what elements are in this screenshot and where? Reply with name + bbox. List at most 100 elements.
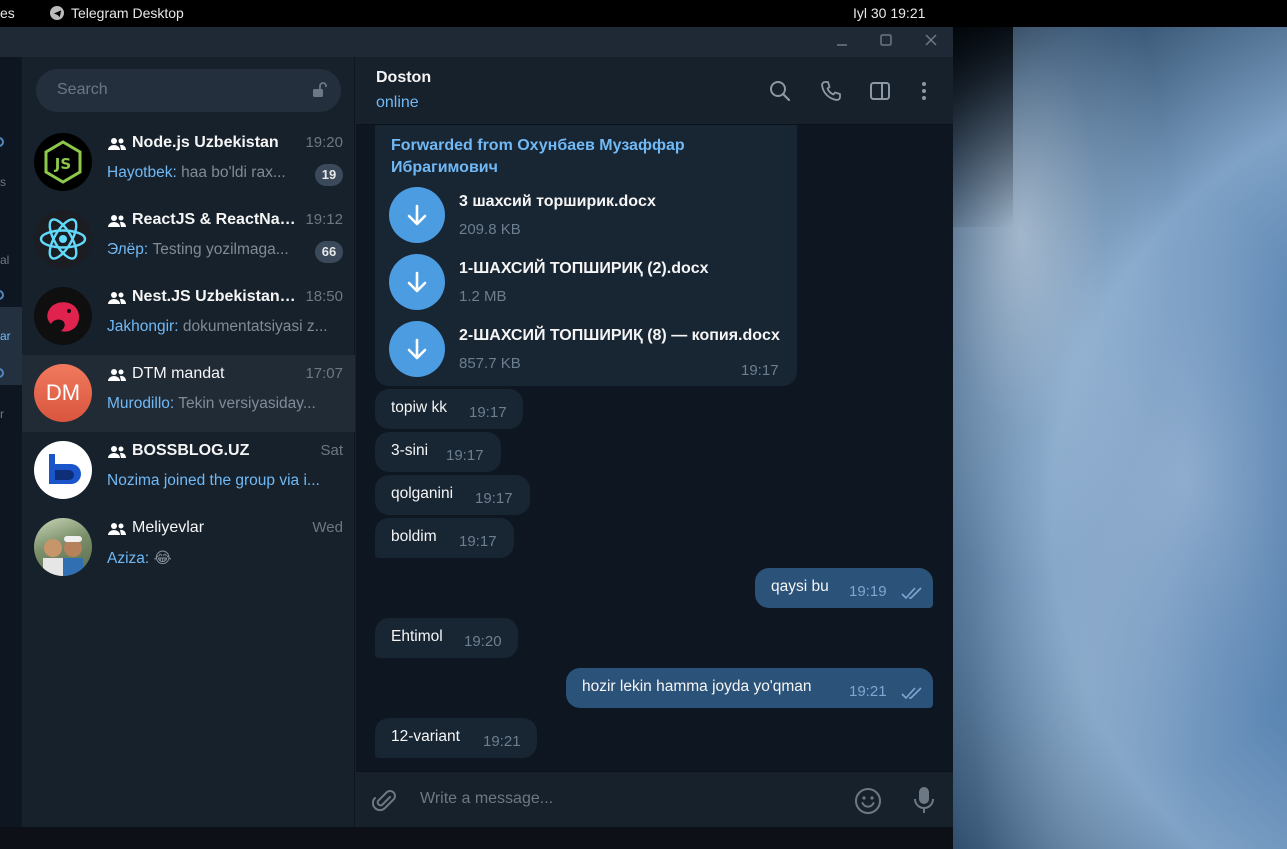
minimize-icon[interactable]	[833, 33, 851, 51]
message-bubble[interactable]: 12-variant 19:21	[375, 718, 537, 758]
avatar	[34, 210, 92, 268]
double-check-icon	[901, 687, 922, 700]
paperclip-icon[interactable]	[372, 788, 398, 814]
chat-name: Meliyevlar	[132, 519, 205, 536]
message-bubble[interactable]: Ehtimol 19:20	[375, 618, 518, 658]
chat-preview: Jakhongir: dokumentatsiyasi z...	[107, 318, 343, 336]
peer-name[interactable]: Doston	[376, 69, 431, 87]
message-time: 19:17	[475, 490, 513, 507]
chat-name: BOSSBLOG.UZ	[132, 442, 250, 459]
close-icon[interactable]	[922, 33, 940, 51]
window-titlebar[interactable]	[0, 27, 953, 57]
telegram-icon	[50, 6, 64, 20]
message-time: 19:19	[849, 583, 887, 600]
clock[interactable]: Iyl 30 19:21	[853, 5, 925, 21]
more-vertical-icon[interactable]	[912, 79, 936, 103]
system-top-bar: es Telegram Desktop Iyl 30 19:21	[0, 0, 1287, 27]
folder-label[interactable]: r	[0, 407, 22, 421]
avatar	[34, 441, 92, 499]
message-bubble[interactable]: topiw kk 19:17	[375, 389, 523, 429]
bossblog-logo-icon	[49, 454, 81, 484]
activities-button[interactable]: es	[0, 5, 15, 21]
group-icon	[108, 523, 126, 535]
group-icon	[108, 369, 126, 381]
unread-badge: 19	[315, 164, 343, 186]
unread-badge: 66	[315, 241, 343, 263]
lock-open-icon[interactable]	[310, 81, 328, 99]
download-button[interactable]	[389, 187, 445, 243]
chat-item-bossblog[interactable]: BOSSBLOG.UZ Sat Nozima joined the group …	[22, 432, 355, 509]
nodejs-logo-icon: JS	[44, 140, 82, 184]
conversation-header[interactable]: Doston online	[356, 57, 953, 125]
message-bubble-outgoing[interactable]: qaysi bu 19:19	[755, 568, 933, 608]
chat-time: Sat	[320, 442, 343, 459]
smile-icon[interactable]	[854, 787, 882, 815]
chat-item-nodejs-uzbekistan[interactable]: JS Node.js Uzbekistan 19:20 Hayotbek: ha…	[22, 124, 355, 201]
group-icon	[108, 138, 126, 150]
preview-sender: Aziza:	[107, 550, 150, 567]
search-input[interactable]: Search	[36, 69, 341, 112]
message-bubble[interactable]: boldim 19:17	[375, 518, 514, 558]
chat-item-meliyevlar[interactable]: Meliyevlar Wed Aziza: 😂	[22, 509, 355, 586]
download-button[interactable]	[389, 254, 445, 310]
file-size: 1.2 MB	[459, 288, 507, 305]
message-bubble[interactable]: 3-sini 19:17	[375, 432, 501, 472]
maximize-icon[interactable]	[877, 33, 895, 51]
avatar	[34, 518, 92, 576]
download-arrow-icon	[407, 338, 427, 360]
group-icon	[108, 446, 126, 458]
message-list[interactable]: Forwarded from Охунбаев Музаффар Ибрагим…	[356, 125, 953, 771]
preview-sender: Элёр:	[107, 241, 149, 258]
chat-item-nestjs-uzbekistan[interactable]: Nest.JS Uzbekistan ... 18:50 Jakhongir: …	[22, 278, 355, 355]
chat-preview: Hayotbek: haa bo'ldi rax...	[107, 164, 312, 182]
message-time: 19:21	[483, 733, 521, 750]
chat-name: ReactJS & ReactNat...	[132, 211, 297, 228]
forwarded-from-label[interactable]: Forwarded from Охунбаев Музаффар Ибрагим…	[391, 135, 771, 179]
chat-item-reactjs[interactable]: ReactJS & ReactNat... 19:12 Элёр: Testin…	[22, 201, 355, 278]
chat-name: DTM mandat	[132, 365, 225, 382]
file-name: 1-ШАХСИЙ ТОПШИРИҚ (2).docx	[459, 260, 709, 277]
chat-item-dtm-mandat[interactable]: DM DTM mandat 17:07 Murodillo: Tekin ver…	[22, 355, 355, 432]
folder-icon[interactable]	[0, 290, 4, 300]
message-bubble[interactable]: qolganini 19:17	[375, 475, 530, 515]
folder-rail: s al ar r	[0, 57, 22, 827]
file-attachment[interactable]: 1-ШАХСИЙ ТОПШИРИҚ (2).docx 1.2 MB	[389, 254, 789, 310]
group-icon	[108, 292, 126, 304]
react-logo-icon	[39, 218, 87, 260]
message-text: qaysi bu	[771, 578, 829, 595]
desktop-wallpaper	[953, 27, 1287, 849]
message-time: 19:21	[849, 683, 887, 700]
file-attachment[interactable]: 2-ШАХСИЙ ТОПШИРИҚ (8) — копия.docx 857.7…	[389, 321, 789, 377]
folder-icon[interactable]	[0, 137, 4, 147]
search-icon[interactable]	[768, 79, 792, 103]
svg-text:JS: JS	[54, 155, 71, 173]
message-text: topiw kk	[391, 399, 447, 416]
file-size: 857.7 KB	[459, 355, 521, 372]
forwarded-files-message[interactable]: Forwarded from Охунбаев Музаффар Ибрагим…	[375, 125, 797, 386]
folder-label[interactable]: s	[0, 175, 22, 189]
download-button[interactable]	[389, 321, 445, 377]
file-name: 2-ШАХСИЙ ТОПШИРИҚ (8) — копия.docx	[459, 327, 780, 344]
phone-icon[interactable]	[819, 79, 843, 103]
preview-sender: Murodillo:	[107, 395, 175, 412]
app-menu[interactable]: Telegram Desktop	[50, 5, 184, 21]
preview-text: haa bo'ldi rax...	[181, 164, 286, 181]
folder-label[interactable]: al	[0, 253, 22, 267]
chat-preview: Элёр: Testing yozilmaga...	[107, 241, 312, 259]
microphone-icon[interactable]	[912, 785, 936, 815]
group-icon	[108, 215, 126, 227]
chat-preview: Murodillo: Tekin versiyasiday...	[107, 395, 343, 413]
preview-sender: Hayotbek:	[107, 164, 177, 181]
message-bubble-outgoing[interactable]: hozir lekin hamma joyda yo'qman 19:21	[566, 668, 933, 708]
chat-preview: Nozima joined the group via i...	[107, 472, 320, 489]
chat-name: Node.js Uzbekistan	[132, 134, 279, 151]
sidebar-toggle-icon[interactable]	[868, 79, 892, 103]
file-name: 3 шахсий торширик.docx	[459, 193, 656, 210]
conversation-pane: Doston online Forwarded from Охунбаев Му…	[356, 57, 953, 827]
folder-label[interactable]: ar	[0, 329, 22, 343]
message-time: 19:17	[459, 533, 497, 550]
message-input[interactable]: Write a message...	[420, 790, 553, 808]
nestjs-logo-icon	[47, 302, 80, 332]
telegram-window: s al ar r Search JS Node.js Uzbekistan 1…	[0, 27, 953, 827]
file-attachment[interactable]: 3 шахсий торширик.docx 209.8 KB	[389, 187, 789, 243]
